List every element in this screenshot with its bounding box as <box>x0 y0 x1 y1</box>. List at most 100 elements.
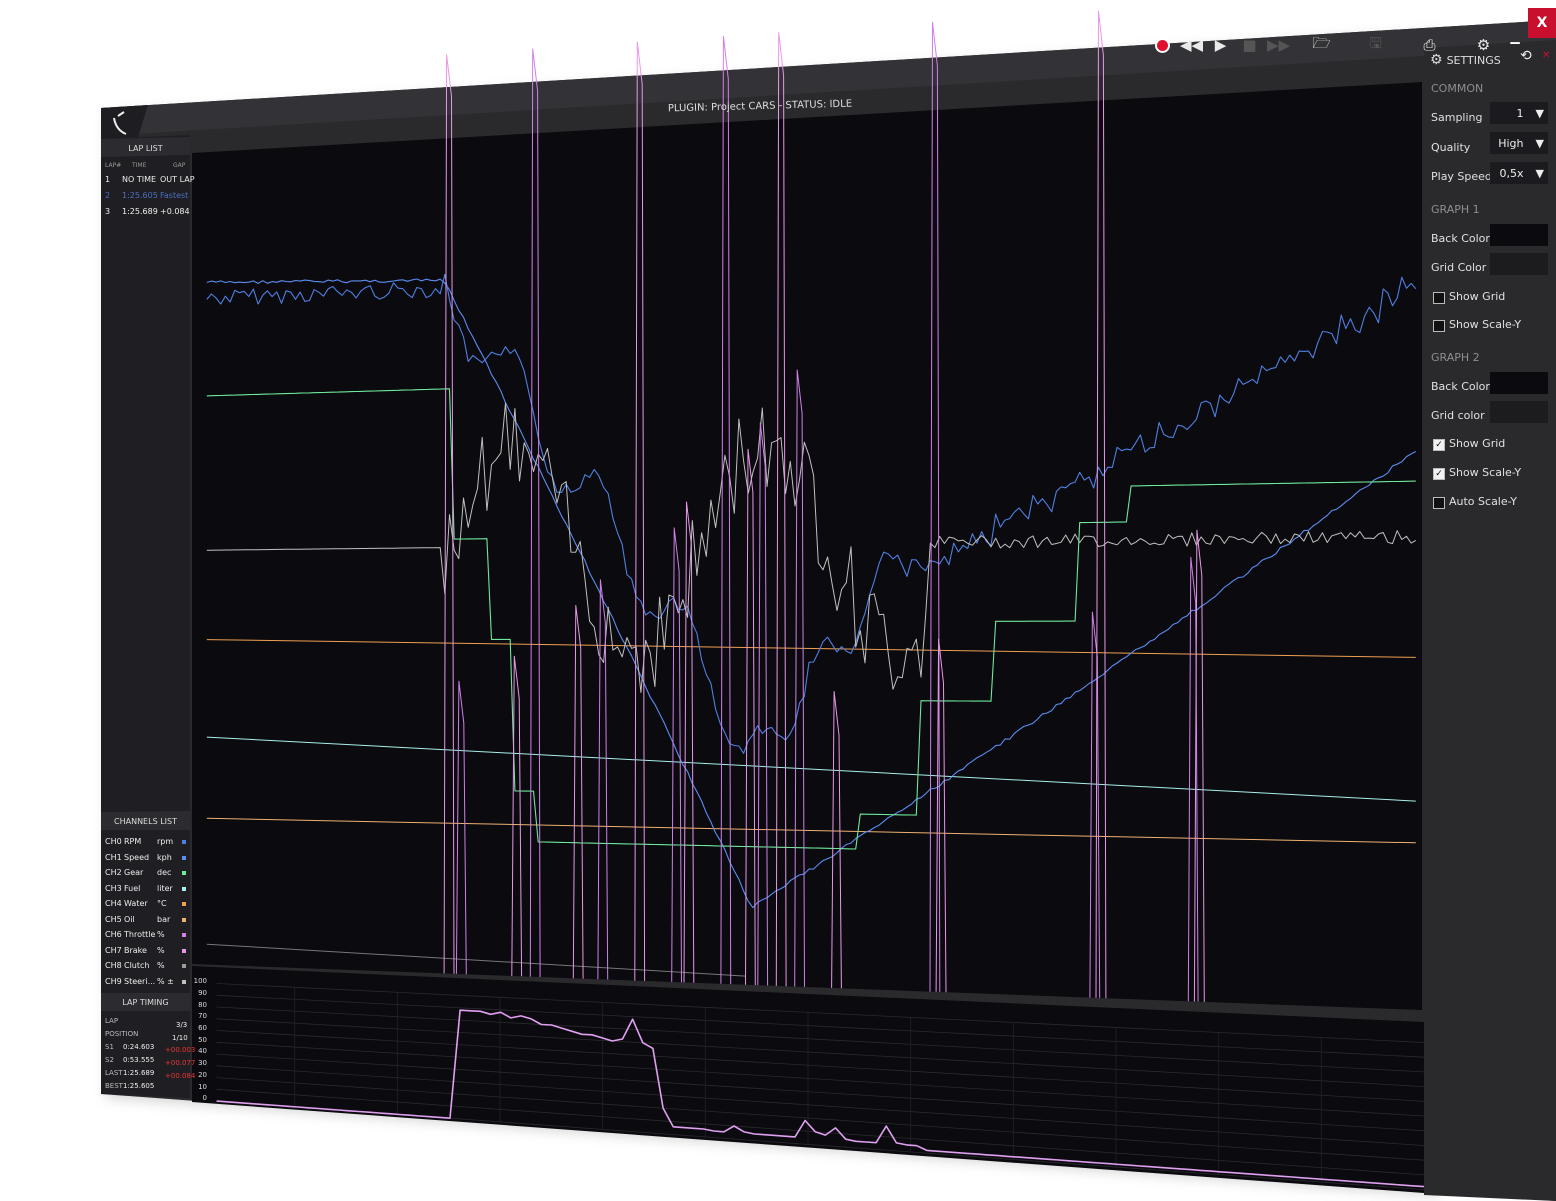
channel-color-marker <box>182 948 186 953</box>
rewind-icon: ◀◀ <box>1179 36 1204 54</box>
channel-unit: % <box>157 945 165 955</box>
timing-time: 1:25.689 <box>123 1069 155 1077</box>
graph1-section-label: GRAPH 1 <box>1431 203 1480 216</box>
channel-unit: bar <box>157 914 171 924</box>
channel-name: Water <box>124 899 148 908</box>
record-button[interactable] <box>1148 30 1177 60</box>
close-settings-button[interactable]: ✕ <box>1542 50 1550 61</box>
g2-show-grid-checkbox[interactable]: ✓ <box>1433 439 1445 451</box>
lap-list-title: LAP LIST <box>128 144 163 153</box>
lap-gap: +0.084 <box>160 207 190 216</box>
common-section-label: COMMON <box>1431 82 1484 95</box>
channel-id: CH0 <box>105 837 122 846</box>
quality-select[interactable]: High ▼ <box>1490 132 1548 154</box>
settings-panel: ⚙ SETTINGS ⟲ ✕ COMMON Sampling 1 ▼ Qualit… <box>1428 48 1556 1198</box>
fast-forward-button[interactable]: ▶▶ <box>1264 30 1293 60</box>
graph2-y-tick-label: 20 <box>198 1070 207 1079</box>
g2-grid-color-label: Grid color <box>1431 409 1485 422</box>
channel-name: RPM <box>124 837 142 846</box>
save-button[interactable]: 🖫 <box>1361 30 1390 60</box>
position-value: 1/10 <box>172 1034 188 1042</box>
channel-id: CH4 <box>105 899 122 908</box>
reset-button[interactable]: ⟲ <box>1520 48 1532 64</box>
gear-icon: ⚙ <box>1430 52 1443 68</box>
chevron-down-icon: ▼ <box>1535 136 1544 150</box>
telemetry-app-window: ◀◀ ▶ ■ ▶▶ 🗁 🖫 ⎙ ⚙ ◻ ▁ X PLUGIN: Project … <box>0 0 1556 1201</box>
maximize-icon: ◻ <box>1510 8 1520 22</box>
channel-name: Clutch <box>124 961 150 970</box>
g1-show-scale-y-label: Show Scale-Y <box>1449 318 1522 331</box>
channel-name: Brake <box>124 945 147 955</box>
position-label: POSITION <box>105 1030 139 1038</box>
g2-back-color-swatch[interactable] <box>1490 372 1548 394</box>
graph2-y-tick-label: 50 <box>198 1035 207 1044</box>
g2-show-scale-y-checkbox[interactable]: ✓ <box>1433 468 1445 480</box>
lap-time: 1:25.689 <box>122 207 158 216</box>
close-button[interactable]: X <box>1528 8 1556 38</box>
channel-unit: rpm <box>157 837 174 846</box>
g1-grid-color-label: Grid Color <box>1431 261 1487 274</box>
folder-open-icon: 🗁 <box>1312 33 1331 52</box>
stop-button[interactable]: ■ <box>1235 30 1264 60</box>
g1-show-scale-y-checkbox[interactable] <box>1433 320 1445 332</box>
channel-color-marker <box>182 979 186 984</box>
graph2-y-tick-label: 0 <box>202 1094 207 1103</box>
sampling-select[interactable]: 1 ▼ <box>1490 102 1548 124</box>
channel-name: Throttle <box>124 930 156 939</box>
g2-grid-color-swatch[interactable] <box>1490 401 1548 423</box>
g1-show-grid-checkbox[interactable] <box>1433 292 1445 304</box>
channel-color-marker <box>182 917 186 922</box>
g2-auto-scale-y-checkbox[interactable] <box>1433 497 1445 509</box>
channel-name: Oil <box>124 914 135 924</box>
channel-color-marker <box>182 933 186 937</box>
channel-unit: kph <box>157 852 172 862</box>
graph2-y-tick-label: 100 <box>193 977 207 986</box>
g1-back-color-label: Back Color <box>1431 232 1490 245</box>
graph2-y-tick-label: 10 <box>198 1082 207 1091</box>
quality-label: Quality <box>1431 141 1471 154</box>
chevron-down-icon: ▼ <box>1535 106 1544 120</box>
timing-time: 1:25.605 <box>123 1082 155 1090</box>
chevron-down-icon: ▼ <box>1535 166 1544 180</box>
channel-id: CH7 <box>105 945 122 955</box>
g1-grid-color-swatch[interactable] <box>1490 253 1548 275</box>
graph2-y-tick-label: 40 <box>198 1047 207 1056</box>
lap-time: 1:25.605 <box>122 191 158 200</box>
rewind-button[interactable]: ◀◀ <box>1177 30 1206 60</box>
timing-time: 0:24.603 <box>123 1043 155 1051</box>
channels-list-title: CHANNELS LIST <box>114 817 177 826</box>
maximize-button[interactable]: ◻ <box>1503 4 1527 26</box>
play-speed-select[interactable]: 0,5x ▼ <box>1490 162 1548 184</box>
timing-delta: +00.077 <box>165 1059 196 1067</box>
channel-id: CH1 <box>105 852 122 862</box>
play-button[interactable]: ▶ <box>1206 30 1235 60</box>
sampling-label: Sampling <box>1431 111 1483 124</box>
play-speed-label: Play Speed <box>1431 170 1492 183</box>
graph2-y-tick-label: 30 <box>198 1059 207 1068</box>
graph2-y-tick-label: 70 <box>198 1012 207 1021</box>
minimize-icon: ▁ <box>1510 30 1520 44</box>
channel-color-marker <box>182 871 186 875</box>
lap-lap: 3 <box>105 207 111 216</box>
channel-unit: % ± <box>157 976 174 986</box>
lap-label: LAP <box>105 1017 119 1025</box>
minimize-button[interactable]: ▁ <box>1503 26 1527 48</box>
undo-icon: ⟲ <box>1520 48 1532 64</box>
channel-name: Speed <box>124 852 150 862</box>
channel-id: CH9 <box>105 976 122 986</box>
graph2-section-label: GRAPH 2 <box>1431 351 1480 364</box>
open-button[interactable]: 🗁 <box>1307 30 1336 60</box>
channel-color-marker <box>182 840 186 844</box>
g1-back-color-swatch[interactable] <box>1490 224 1548 246</box>
channel-name: Gear <box>124 868 144 877</box>
channel-color-marker <box>182 855 186 860</box>
fast-forward-icon: ▶▶ <box>1266 36 1291 54</box>
lap-lap: 1 <box>105 175 111 184</box>
g2-auto-scale-y-label: Auto Scale-Y <box>1449 495 1518 508</box>
graph2-y-tick-label: 60 <box>198 1024 207 1033</box>
channel-name: Steeri... <box>124 976 156 986</box>
close-icon: ✕ <box>1542 50 1551 61</box>
channel-id: CH8 <box>105 961 122 970</box>
channel-id: CH2 <box>105 868 122 877</box>
channel-unit: liter <box>157 883 173 893</box>
